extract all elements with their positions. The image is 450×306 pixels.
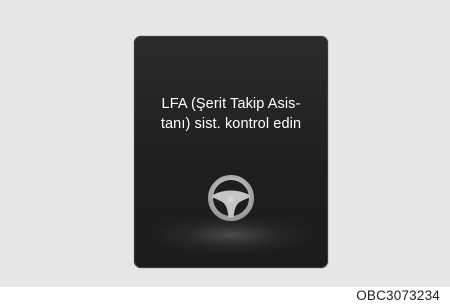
warning-message-line-2: tanı) sist. kontrol edin xyxy=(160,116,302,132)
figure-code: OBC3073234 xyxy=(356,288,440,303)
warning-message-line-1: LFA (Şerit Takip Asis- xyxy=(161,96,301,112)
figure-background: LFA (Şerit Takip Asis- tanı) sist. kontr… xyxy=(0,0,450,287)
warning-message: LFA (Şerit Takip Asis- tanı) sist. kontr… xyxy=(134,94,328,134)
instrument-cluster-display: LFA (Şerit Takip Asis- tanı) sist. kontr… xyxy=(134,36,328,268)
steering-wheel-icon xyxy=(199,166,263,230)
